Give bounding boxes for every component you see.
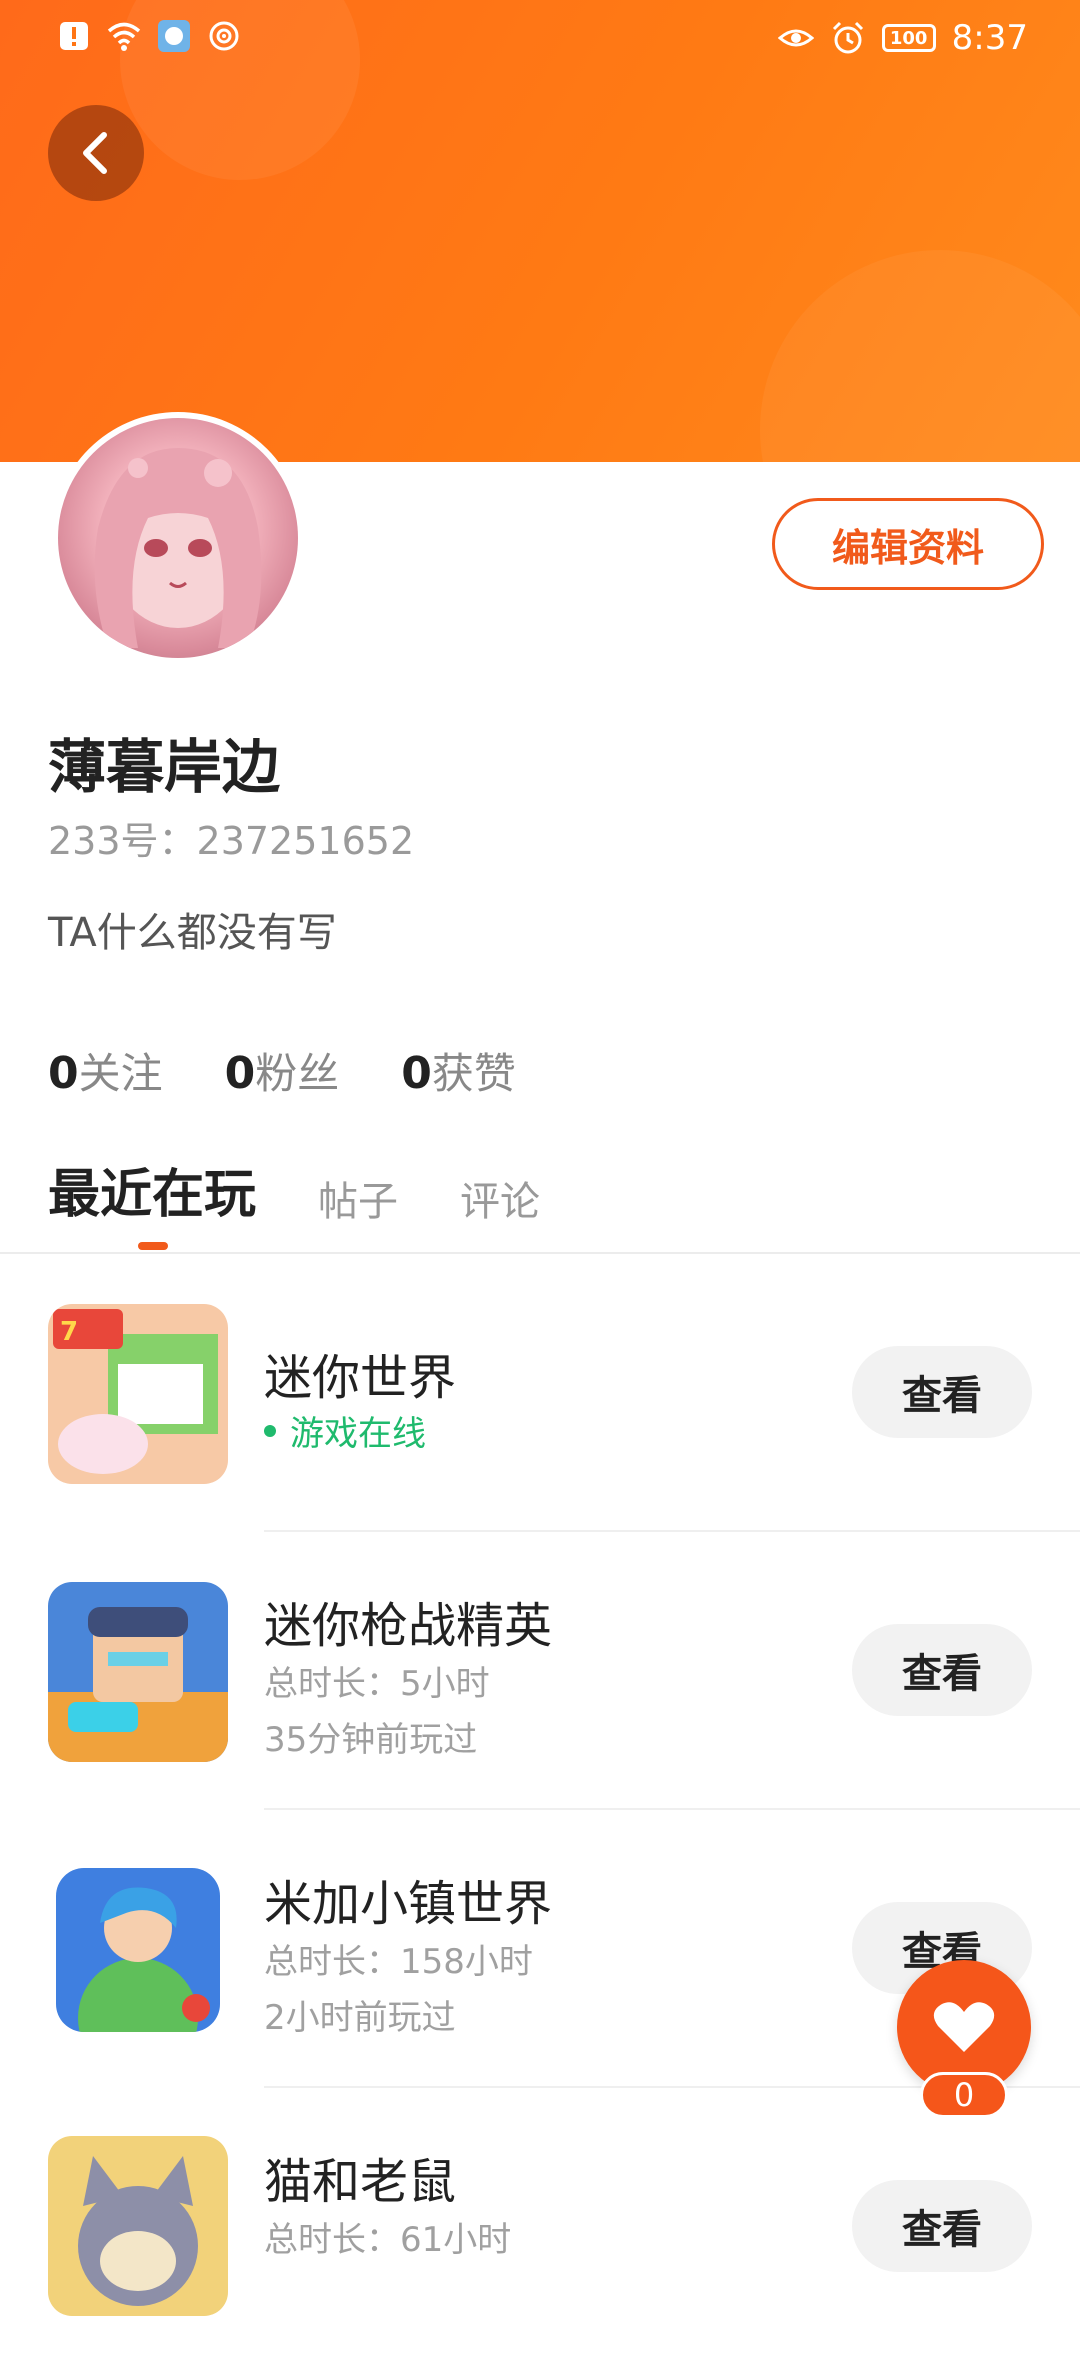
list-item-game[interactable]: 7 迷你世界 游戏在线 查看 [0, 1254, 1080, 1532]
game-duration: 总时长：158小时 [264, 1942, 533, 1982]
avatar-image [58, 418, 298, 658]
stat-value: 0 [48, 1048, 79, 1099]
view-button[interactable]: 查看 [852, 1624, 1032, 1716]
wifi-icon [107, 22, 141, 51]
eye-icon [777, 29, 814, 47]
status-bar: 100 8:37 [0, 0, 1080, 80]
stat-label: 粉丝 [255, 1049, 340, 1098]
game-duration: 总时长：5小时 [264, 1664, 490, 1704]
game-last-played: 2小时前玩过 [264, 1998, 456, 2038]
tab-recently-played[interactable]: 最近在玩 [48, 1152, 256, 1235]
view-button[interactable]: 查看 [852, 1346, 1032, 1438]
game-icon-mini-gunfight [48, 1582, 228, 1762]
game-title: 迷你世界 [264, 1350, 457, 1406]
battery-icon: 100 [881, 24, 936, 52]
banner-decoration [760, 250, 1080, 462]
edit-profile-button[interactable]: 编辑资料 [772, 498, 1044, 590]
content-tabs: 最近在玩 帖子 评论 [48, 1152, 540, 1235]
game-icon-mini-world: 7 [48, 1304, 228, 1484]
stats-row: 0关注 0粉丝 0获赞 [48, 1040, 516, 1101]
status-time: 8:37 [951, 18, 1028, 58]
stat-value: 0 [224, 1048, 256, 1099]
game-icon-tom-and-jerry [48, 2136, 228, 2316]
hotspot-icon [209, 21, 239, 51]
alarm-icon [832, 21, 863, 54]
user-id: 233号：237251652 [48, 819, 415, 863]
game-duration: 总时长：61小时 [264, 2220, 512, 2260]
list-item-game[interactable]: 迷你枪战精英 总时长：5小时 35分钟前玩过 查看 [0, 1532, 1080, 1810]
tab-indicator [138, 1242, 168, 1250]
back-button[interactable] [48, 105, 144, 201]
list-item-game[interactable]: 猫和老鼠 总时长：61小时 查看 [0, 2088, 1080, 2366]
stat-followers[interactable]: 0粉丝 [225, 1040, 340, 1101]
chevron-left-icon [83, 132, 107, 174]
tab-comments[interactable]: 评论 [460, 1169, 540, 1235]
heart-icon [933, 2002, 995, 2052]
online-status: 游戏在线 [264, 1406, 426, 1455]
online-dot-icon [264, 1424, 276, 1437]
stat-likes[interactable]: 0获赞 [401, 1040, 516, 1101]
user-bio: TA什么都没有写 [48, 910, 337, 956]
tab-posts[interactable]: 帖子 [318, 1169, 398, 1235]
stat-following[interactable]: 0关注 [48, 1040, 163, 1101]
game-title: 迷你枪战精英 [264, 1598, 553, 1654]
username: 薄暮岸边 [48, 733, 281, 801]
stat-label: 关注 [78, 1049, 163, 1098]
avatar[interactable] [52, 412, 304, 664]
stat-value: 0 [401, 1048, 432, 1099]
game-title: 猫和老鼠 [264, 2154, 457, 2210]
online-label: 游戏在线 [290, 1414, 426, 1454]
game-last-played: 35分钟前玩过 [264, 1720, 478, 1760]
view-button[interactable]: 查看 [852, 2180, 1032, 2272]
app-notification-icon [158, 20, 190, 52]
svg-text:7: 7 [60, 1317, 78, 1347]
game-icon-miga-town [56, 1868, 220, 2032]
game-title: 米加小镇世界 [264, 1876, 553, 1932]
like-count-badge: 0 [920, 2072, 1008, 2118]
stat-label: 获赞 [431, 1049, 516, 1098]
alert-icon [60, 22, 88, 50]
